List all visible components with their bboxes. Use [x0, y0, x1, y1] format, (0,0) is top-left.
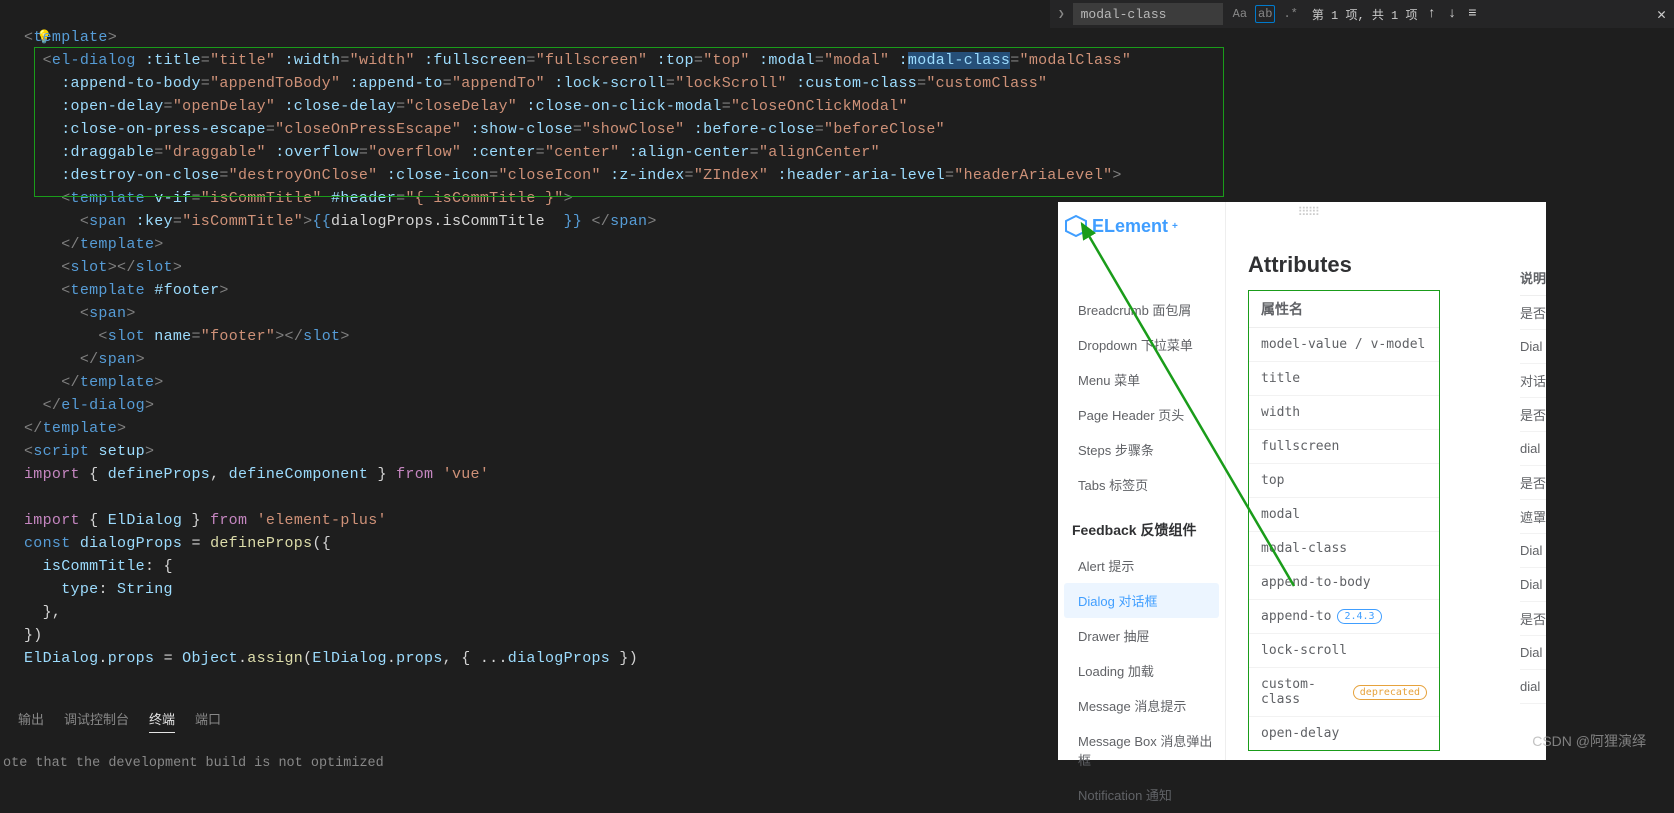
code-line[interactable]: 22import { ElDialog } from 'element-plus…: [24, 509, 1050, 532]
attr-row[interactable]: append-to-body: [1249, 566, 1439, 600]
code-line[interactable]: 16 </template>: [24, 371, 1050, 394]
desc-cell: 遮罩: [1520, 500, 1546, 534]
drag-handle-icon[interactable]: ⠿⠿⠿: [1298, 205, 1318, 219]
code-line[interactable]: 12 <template #footer>: [24, 279, 1050, 302]
code-line[interactable]: 19<script setup>: [24, 440, 1050, 463]
attr-row[interactable]: model-value / v-model: [1249, 328, 1439, 362]
nav-item[interactable]: Notification 通知: [1058, 777, 1225, 812]
nav-item[interactable]: Message 消息提示: [1058, 688, 1225, 723]
nav-heading: Feedback 反馈组件: [1058, 502, 1225, 548]
nav-item[interactable]: Page Header 页头: [1058, 397, 1225, 432]
code-line[interactable]: 2 <el-dialog :title="title" :width="widt…: [24, 49, 1050, 72]
doc-main: Attributes 属性名 model-value / v-modeltitl…: [1226, 202, 1546, 760]
desc-cell: dial: [1520, 670, 1546, 704]
attr-row[interactable]: title: [1249, 362, 1439, 396]
nav-item[interactable]: Loading 加载: [1058, 653, 1225, 688]
code-line[interactable]: 14 <slot name="footer"></slot>: [24, 325, 1050, 348]
search-result-count: 第 1 项, 共 1 项: [1312, 6, 1418, 23]
panel-tabs: 输出 调试控制台 终端 端口: [18, 705, 221, 733]
doc-sidebar: Breadcrumb 面包屑Dropdown 下拉菜单Menu 菜单Page H…: [1058, 202, 1226, 760]
desc-cell: 是否: [1520, 602, 1546, 636]
nav-item[interactable]: Message Box 消息弹出框: [1058, 723, 1225, 777]
attr-row[interactable]: append-to2.4.3: [1249, 600, 1439, 634]
attr-row[interactable]: modal-class: [1249, 532, 1439, 566]
documentation-panel: ELement+ ⠿⠿⠿ Breadcrumb 面包屑Dropdown 下拉菜单…: [1058, 202, 1546, 760]
next-match-icon[interactable]: ↓: [1446, 5, 1458, 23]
code-line[interactable]: 6 :draggable="draggable" :overflow="over…: [24, 141, 1050, 164]
code-editor[interactable]: 1<template>2 <el-dialog :title="title" :…: [0, 26, 1050, 670]
desc-cell: 是否: [1520, 398, 1546, 432]
code-line[interactable]: 26 },: [24, 601, 1050, 624]
code-line[interactable]: 23const dialogProps = defineProps({: [24, 532, 1050, 555]
desc-column-header: 说明: [1520, 260, 1546, 296]
code-line[interactable]: 21: [24, 486, 1050, 509]
code-line[interactable]: 10 </template>: [24, 233, 1050, 256]
code-line[interactable]: 20import { defineProps, defineComponent …: [24, 463, 1050, 486]
desc-cell: 是否: [1520, 296, 1546, 330]
doc-section-title: Attributes: [1248, 252, 1546, 278]
code-line[interactable]: 4 :open-delay="openDelay" :close-delay="…: [24, 95, 1050, 118]
search-options: Aa ab .*: [1231, 5, 1300, 23]
attr-row[interactable]: top: [1249, 464, 1439, 498]
nav-item[interactable]: Dropdown 下拉菜单: [1058, 327, 1225, 362]
find-in-selection-icon[interactable]: ≡: [1466, 5, 1478, 23]
code-line[interactable]: 28ElDialog.props = Object.assign(ElDialo…: [24, 647, 1050, 670]
prev-match-icon[interactable]: ↑: [1425, 5, 1437, 23]
code-line[interactable]: 11 <slot></slot>: [24, 256, 1050, 279]
code-line[interactable]: 7 :destroy-on-close="destroyOnClose" :cl…: [24, 164, 1050, 187]
desc-cell: Dial: [1520, 636, 1546, 670]
desc-column: 说明 是否Dial slot对话是否dial是否遮罩Dial DialDial …: [1520, 260, 1546, 704]
close-search-icon[interactable]: ✕: [1657, 5, 1666, 24]
search-input[interactable]: [1073, 3, 1223, 25]
nav-item[interactable]: Tabs 标签页: [1058, 467, 1225, 502]
attr-row[interactable]: modal: [1249, 498, 1439, 532]
code-line[interactable]: 15 </span>: [24, 348, 1050, 371]
logo-text: ELement: [1092, 216, 1168, 237]
nav-item[interactable]: Breadcrumb 面包屑: [1058, 292, 1225, 327]
match-word-icon[interactable]: ab: [1255, 5, 1275, 23]
code-line[interactable]: 13 <span>: [24, 302, 1050, 325]
desc-cell: Dial Dial: [1520, 534, 1546, 568]
element-logo[interactable]: ELement+: [1064, 214, 1178, 238]
nav-item[interactable]: Drawer 抽屉: [1058, 618, 1225, 653]
attr-row[interactable]: custom-classdeprecated: [1249, 668, 1439, 717]
desc-cell: 对话: [1520, 364, 1546, 398]
regex-icon[interactable]: .*: [1281, 6, 1299, 22]
tab-debug[interactable]: 调试控制台: [64, 705, 129, 733]
code-line[interactable]: 27}): [24, 624, 1050, 647]
desc-cell: dial: [1520, 432, 1546, 466]
code-line[interactable]: 3 :append-to-body="appendToBody" :append…: [24, 72, 1050, 95]
attr-row[interactable]: open-delay: [1249, 717, 1439, 750]
nav-item[interactable]: Alert 提示: [1058, 548, 1225, 583]
tab-output[interactable]: 输出: [18, 705, 44, 733]
attr-column-header: 属性名: [1249, 291, 1439, 328]
code-line[interactable]: 24 isCommTitle: {: [24, 555, 1050, 578]
desc-cell: Dial ap: [1520, 568, 1546, 602]
search-expand-chevron[interactable]: ❯: [1058, 7, 1065, 21]
attributes-table: 属性名 model-value / v-modeltitlewidthfulls…: [1248, 290, 1440, 751]
attr-row[interactable]: fullscreen: [1249, 430, 1439, 464]
search-bar: ❯ Aa ab .* 第 1 项, 共 1 项 ↑ ↓ ≡ ✕: [1050, 0, 1674, 28]
attr-row[interactable]: lock-scroll: [1249, 634, 1439, 668]
attr-row[interactable]: width: [1249, 396, 1439, 430]
code-line[interactable]: 18</template>: [24, 417, 1050, 440]
code-line[interactable]: 25 type: String: [24, 578, 1050, 601]
code-line[interactable]: 17 </el-dialog>: [24, 394, 1050, 417]
code-line[interactable]: 8 <template v-if="isCommTitle" #header="…: [24, 187, 1050, 210]
tab-terminal[interactable]: 终端: [149, 705, 175, 733]
code-line[interactable]: 9 <span :key="isCommTitle">{{dialogProps…: [24, 210, 1050, 233]
desc-cell: Dial slot: [1520, 330, 1546, 364]
tab-port[interactable]: 端口: [195, 705, 221, 733]
code-line[interactable]: 1<template>: [24, 26, 1050, 49]
nav-item[interactable]: Dialog 对话框: [1064, 583, 1219, 618]
desc-cell: 是否: [1520, 466, 1546, 500]
terminal-output: ote that the development build is not op…: [0, 756, 384, 771]
watermark: CSDN @阿狸演绎: [1532, 731, 1646, 751]
code-line[interactable]: 5 :close-on-press-escape="closeOnPressEs…: [24, 118, 1050, 141]
nav-item[interactable]: Steps 步骤条: [1058, 432, 1225, 467]
nav-item[interactable]: Menu 菜单: [1058, 362, 1225, 397]
match-case-icon[interactable]: Aa: [1231, 6, 1249, 22]
